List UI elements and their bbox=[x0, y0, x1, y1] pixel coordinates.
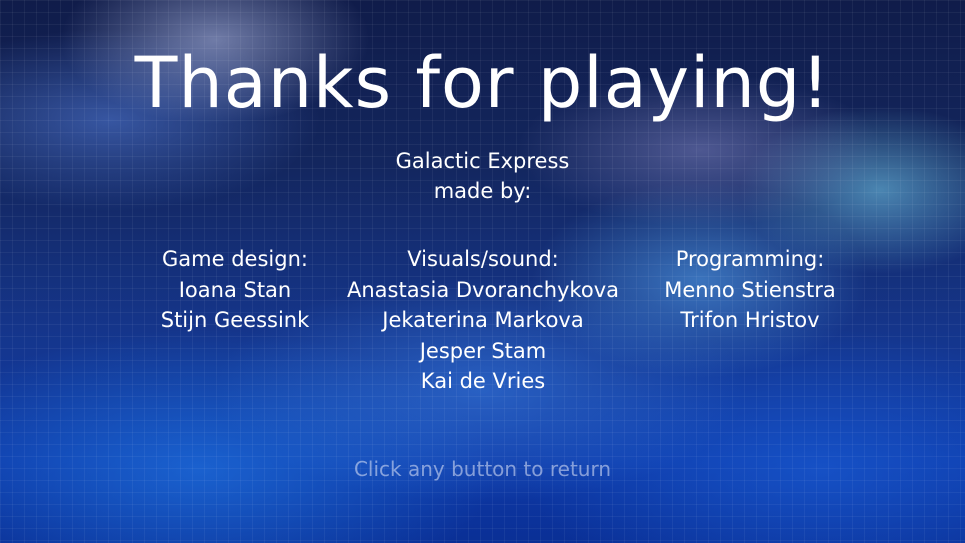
thanks-title: Thanks for playing! bbox=[134, 42, 831, 124]
credit-name: Jekaterina Markova bbox=[382, 308, 584, 332]
credit-name: Stijn Geessink bbox=[160, 308, 310, 332]
credit-name: Ioana Stan bbox=[178, 277, 292, 302]
credit-name: Menno Stienstra bbox=[664, 277, 836, 302]
credits-heading-programming: Programming: bbox=[675, 247, 825, 271]
credit-name: Trifon Hristov bbox=[680, 308, 820, 332]
credit-name: Jesper Stam bbox=[419, 338, 547, 363]
credits-heading-visuals-sound: Visuals/sound: bbox=[407, 247, 559, 271]
credits-column-game-design: Game design: Ioana Stan Stijn Geessink bbox=[135, 244, 335, 336]
made-by-label: made by: bbox=[433, 179, 532, 203]
game-name: Galactic Express bbox=[395, 149, 570, 173]
credit-name: Kai de Vries bbox=[420, 369, 546, 393]
credits-column-visuals-sound: Visuals/sound: Anastasia Dvoranchykova J… bbox=[333, 244, 633, 397]
credits-heading-game-design: Game design: bbox=[162, 247, 308, 271]
credits-column-programming: Programming: Menno Stienstra Trifon Hris… bbox=[640, 244, 860, 336]
return-prompt: Click any button to return bbox=[353, 457, 612, 481]
credit-name: Anastasia Dvoranchykova bbox=[346, 277, 619, 302]
credits-subtitle: Galactic Express made by: bbox=[0, 146, 965, 206]
credits-screen[interactable]: Thanks for playing! Galactic Express mad… bbox=[0, 0, 965, 543]
